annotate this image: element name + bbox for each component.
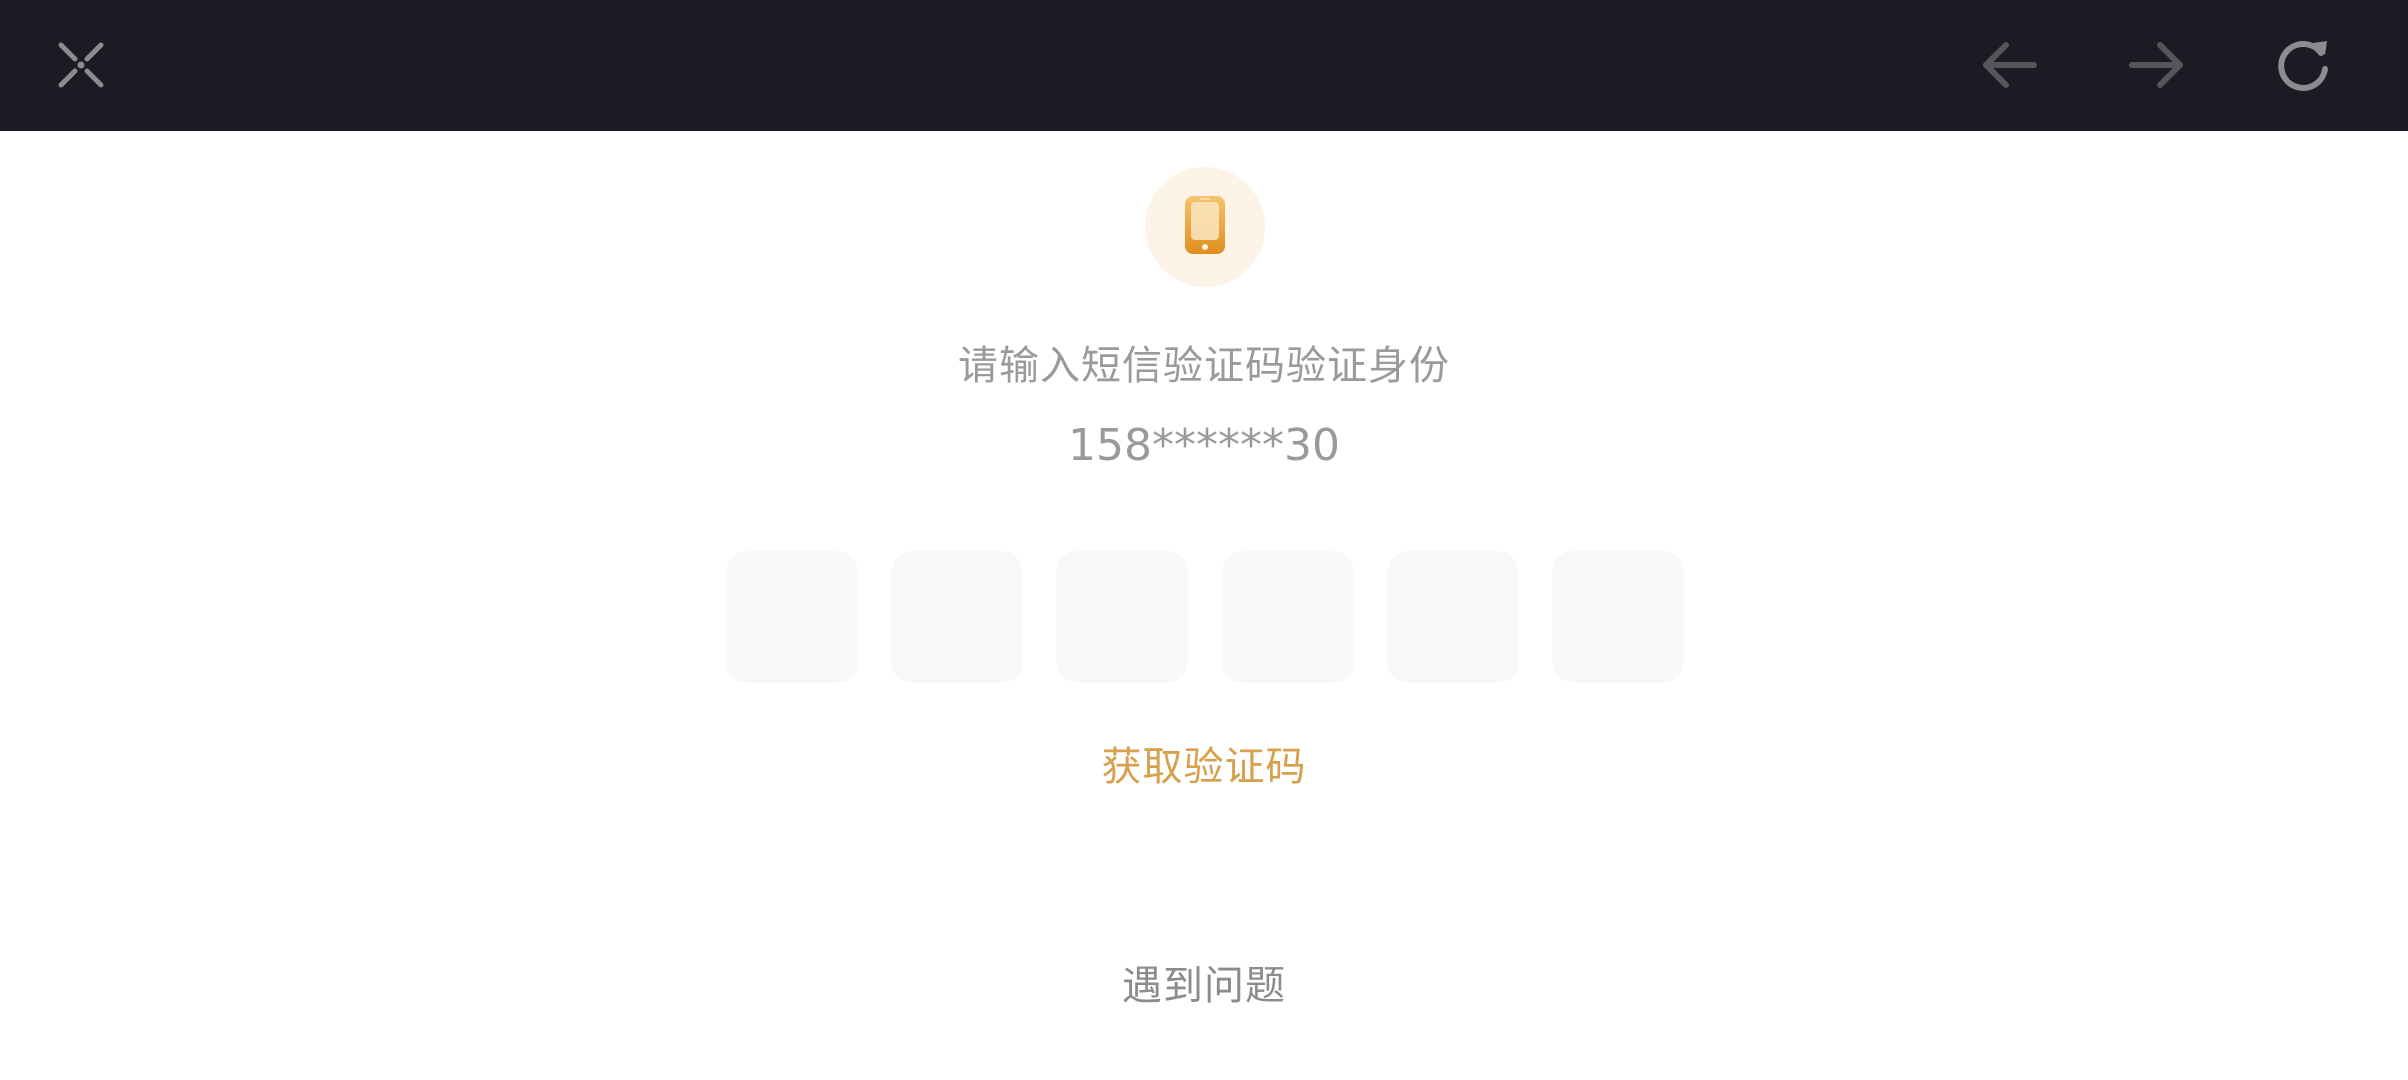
code-digit-4[interactable] xyxy=(1221,551,1354,683)
code-digit-5[interactable] xyxy=(1386,551,1519,683)
top-toolbar xyxy=(0,0,2408,131)
code-digit-2[interactable] xyxy=(891,551,1024,683)
help-link[interactable]: 遇到问题 xyxy=(1122,963,1286,1009)
back-button[interactable] xyxy=(1965,20,2055,110)
arrow-left-icon xyxy=(1980,37,2040,93)
phone-badge xyxy=(1145,167,1265,287)
arrow-right-icon xyxy=(2126,37,2186,93)
code-digit-1[interactable] xyxy=(726,551,858,683)
close-icon xyxy=(53,37,109,93)
page-title: 请输入短信验证码验证身份 xyxy=(958,343,1450,389)
code-digit-3[interactable] xyxy=(1056,551,1189,683)
verification-panel: 请输入短信验证码验证身份 158******30 获取验证码 遇到问题 xyxy=(0,131,2408,1080)
masked-phone-number: 158******30 xyxy=(1068,420,1340,471)
get-code-link[interactable]: 获取验证码 xyxy=(1102,744,1307,790)
get-code-row: 获取验证码 xyxy=(0,734,2408,792)
refresh-icon xyxy=(2273,35,2333,95)
sms-code-input-group xyxy=(726,551,1684,683)
refresh-button[interactable] xyxy=(2258,20,2348,110)
phone-icon xyxy=(1183,194,1227,260)
close-button[interactable] xyxy=(36,20,126,110)
forward-button[interactable] xyxy=(2111,20,2201,110)
code-digit-6[interactable] xyxy=(1551,551,1684,683)
problem-row: 遇到问题 xyxy=(0,953,2408,1011)
